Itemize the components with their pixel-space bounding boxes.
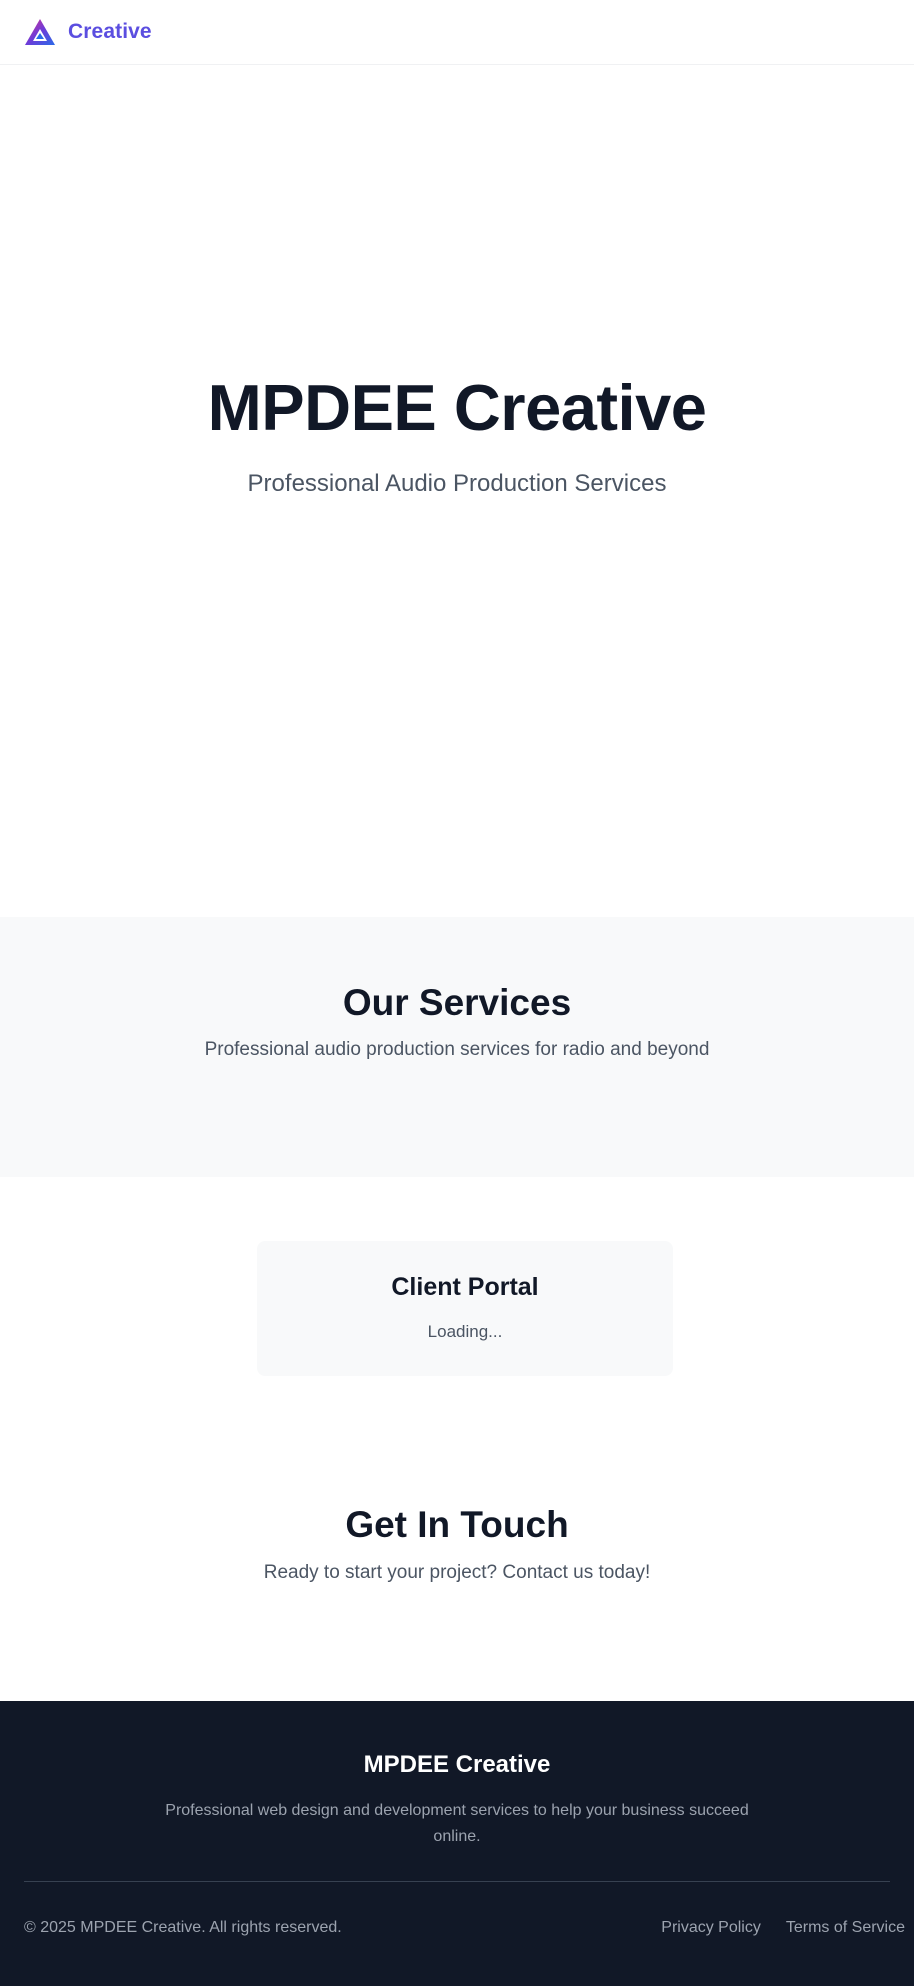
- services-title: Our Services: [342, 982, 572, 1023]
- contact-subtitle: Ready to start your project? Contact us …: [263, 1562, 651, 1583]
- logo-text: Creative: [68, 20, 152, 43]
- page: Creative MPDEE Creative Professional Aud…: [0, 0, 914, 1986]
- client-portal-card: Client Portal Loading...: [257, 1241, 673, 1376]
- hero-subtitle: Professional Audio Production Services: [247, 470, 667, 497]
- terms-of-service-link[interactable]: Terms of Service: [786, 1918, 905, 1937]
- triangle-logo-icon: [25, 19, 55, 45]
- footer-links: Privacy Policy Terms of Service: [661, 1918, 905, 1937]
- privacy-policy-link[interactable]: Privacy Policy: [661, 1918, 761, 1937]
- logo-link[interactable]: Creative: [24, 18, 152, 46]
- site-footer: MPDEE Creative Professional web design a…: [0, 1701, 914, 1986]
- services-section: Our Services Professional audio producti…: [0, 917, 914, 1177]
- footer-copyright: © 2025 MPDEE Creative. All rights reserv…: [24, 1919, 342, 1936]
- footer-description: Professional web design and development …: [165, 1802, 749, 1845]
- client-portal-title: Client Portal: [391, 1273, 539, 1301]
- services-subtitle: Professional audio production services f…: [204, 1039, 710, 1060]
- contact-section: Get In Touch Ready to start your project…: [0, 1440, 914, 1700]
- client-portal-status: Loading...: [427, 1322, 503, 1341]
- hero-title: MPDEE Creative: [207, 371, 707, 444]
- footer-divider: [24, 1881, 890, 1882]
- contact-title: Get In Touch: [345, 1504, 569, 1545]
- hero-section: MPDEE Creative Professional Audio Produc…: [0, 65, 914, 917]
- footer-brand: MPDEE Creative: [363, 1751, 551, 1778]
- site-header: Creative: [0, 0, 914, 65]
